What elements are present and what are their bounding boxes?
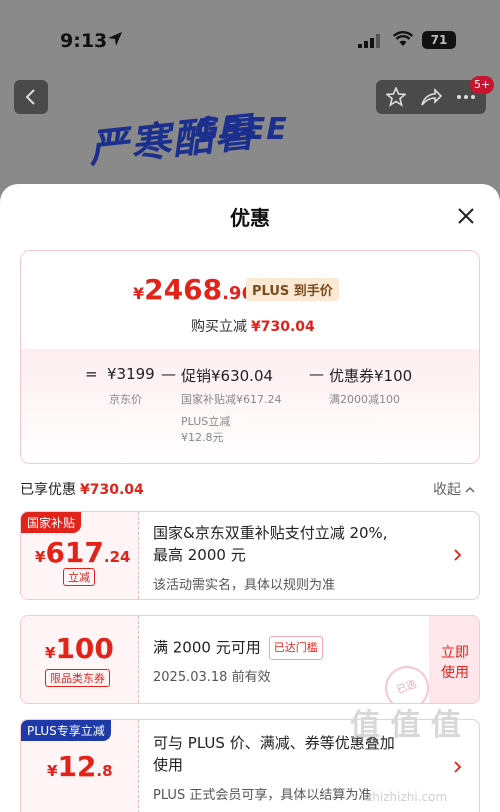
amount-decimal: .24 <box>103 548 131 566</box>
chevron-right-icon[interactable] <box>453 548 463 562</box>
amount-integer: 617 <box>45 536 104 569</box>
plus-tag: PLUS专享立减 <box>21 720 111 741</box>
star-icon[interactable] <box>386 87 406 107</box>
share-icon[interactable] <box>420 87 442 107</box>
subsidy-title-line-1: 国家&京东双重补贴支付立减 20%, <box>153 524 388 542</box>
subsidy-title: 国家&京东双重补贴支付立减 20%, 最高 2000 元 <box>153 522 388 566</box>
final-price: ¥2468.96 <box>133 273 254 306</box>
formula-equals: = <box>85 365 98 383</box>
coupon-expiry: 2025.03.18 前有效 <box>153 670 271 685</box>
subsidy-badge: 立减 <box>63 568 95 586</box>
more-icon[interactable] <box>456 94 476 100</box>
formula-promo: 促销¥630.04 <box>181 367 274 385</box>
reduce-line: 购买立减 ¥730.04 <box>191 316 315 336</box>
formula-coupon-rule: 满2000减100 <box>329 393 400 406</box>
formula-promo-plus-value: ¥12.8元 <box>181 431 224 444</box>
brand-logo: GREE <box>195 112 288 147</box>
status-time: 9:13 <box>60 30 108 52</box>
plus-note: PLUS 正式会员可享，具体以结算为准 <box>153 788 372 803</box>
coupon-amount: ¥100 <box>45 632 114 665</box>
coupon-amount-panel: ¥100 限品类东券 <box>21 616 139 703</box>
currency-symbol: ¥ <box>47 762 58 780</box>
watermark-logo: 值 值 值 <box>350 708 461 743</box>
plus-price-tag: PLUS 到手价 <box>246 278 339 301</box>
price-integer: 2468 <box>144 273 223 306</box>
notification-badge: 5+ <box>470 76 495 94</box>
back-button[interactable] <box>14 80 48 114</box>
sheet-title: 优惠 <box>230 206 270 230</box>
status-bar: 9:13 71 <box>0 0 500 60</box>
reduce-label: 购买立减 <box>191 319 247 335</box>
plus-title-line-2: 使用 <box>153 756 184 774</box>
subsidy-coupon[interactable]: 国家补贴 ¥617.24 立减 国家&京东双重补贴支付立减 20%, 最高 20… <box>20 511 480 600</box>
formula-promo-subsidy: 国家补贴减¥617.24 <box>181 393 282 406</box>
close-icon[interactable] <box>456 206 476 226</box>
collapse-button[interactable]: 收起 <box>433 479 475 499</box>
formula-promo-plus: PLUS立减 <box>181 415 231 428</box>
formula-minus-1: — <box>161 365 176 383</box>
reduce-value: ¥730.04 <box>251 319 315 335</box>
amount-integer: 100 <box>55 632 114 665</box>
use-now-line-1: 立即 <box>441 645 469 661</box>
formula-base-label: 京东价 <box>109 393 142 406</box>
subsidy-amount-panel: 国家补贴 ¥617.24 立减 <box>21 512 139 599</box>
coupon-threshold: 满 2000 元可用 <box>153 638 261 657</box>
coupon-category-badge: 限品类东券 <box>45 669 110 687</box>
threshold-reached-badge: 已达门槛 <box>268 636 323 660</box>
formula-coupon: 优惠券¥100 <box>329 367 413 385</box>
formula-minus-2: — <box>309 365 324 383</box>
cellular-signal-icon <box>358 34 380 48</box>
currency-symbol: ¥ <box>35 548 46 566</box>
amount-integer: 12 <box>57 750 97 783</box>
app-root: 9:13 71 5+ 严寒酷暑 GREE 优惠 ¥2468.96 PLUS 到手… <box>0 0 500 812</box>
subsidy-title-line-2: 最高 2000 元 <box>153 546 246 564</box>
chevron-left-icon <box>25 89 35 105</box>
formula-base-price: ¥3199 <box>107 365 155 383</box>
applied-label: 已享优惠 <box>20 482 76 498</box>
battery-icon: 71 <box>422 31 456 49</box>
amount-decimal: .8 <box>96 762 113 780</box>
jd-coupon[interactable]: ¥100 限品类东券 满 2000 元可用 已达门槛 2025.03.18 前有效… <box>20 615 480 704</box>
selected-stamp: 已选 <box>378 659 436 703</box>
applied-value: ¥730.04 <box>80 482 144 498</box>
watermark-url: zhizhizhi.com <box>366 790 448 804</box>
subsidy-note: 该活动需实名，具体以规则为准 <box>153 578 336 593</box>
use-now-line-2: 使用 <box>441 665 469 681</box>
wifi-icon <box>393 31 413 46</box>
price-symbol: ¥ <box>133 284 145 303</box>
chevron-right-icon[interactable] <box>453 760 463 774</box>
price-formula: = ¥3199 京东价 — 促销¥630.04 国家补贴减¥617.24 PLU… <box>21 349 479 463</box>
coupon-title: 满 2000 元可用 已达门槛 <box>153 636 323 660</box>
plus-amount: ¥12.8 <box>47 750 113 783</box>
location-arrow-icon <box>108 32 122 46</box>
currency-symbol: ¥ <box>45 644 56 662</box>
use-now-button[interactable]: 立即 使用 <box>429 616 479 703</box>
chevron-up-icon <box>465 486 475 493</box>
subsidy-tag: 国家补贴 <box>21 512 82 533</box>
applied-discount: 已享优惠 ¥730.04 <box>20 479 144 499</box>
price-summary-card: ¥2468.96 PLUS 到手价 购买立减 ¥730.04 = ¥3199 京东… <box>20 250 480 464</box>
subsidy-amount: ¥617.24 <box>35 536 130 569</box>
plus-amount-panel: PLUS专享立减 ¥12.8 <box>21 720 139 812</box>
collapse-label: 收起 <box>433 482 461 498</box>
